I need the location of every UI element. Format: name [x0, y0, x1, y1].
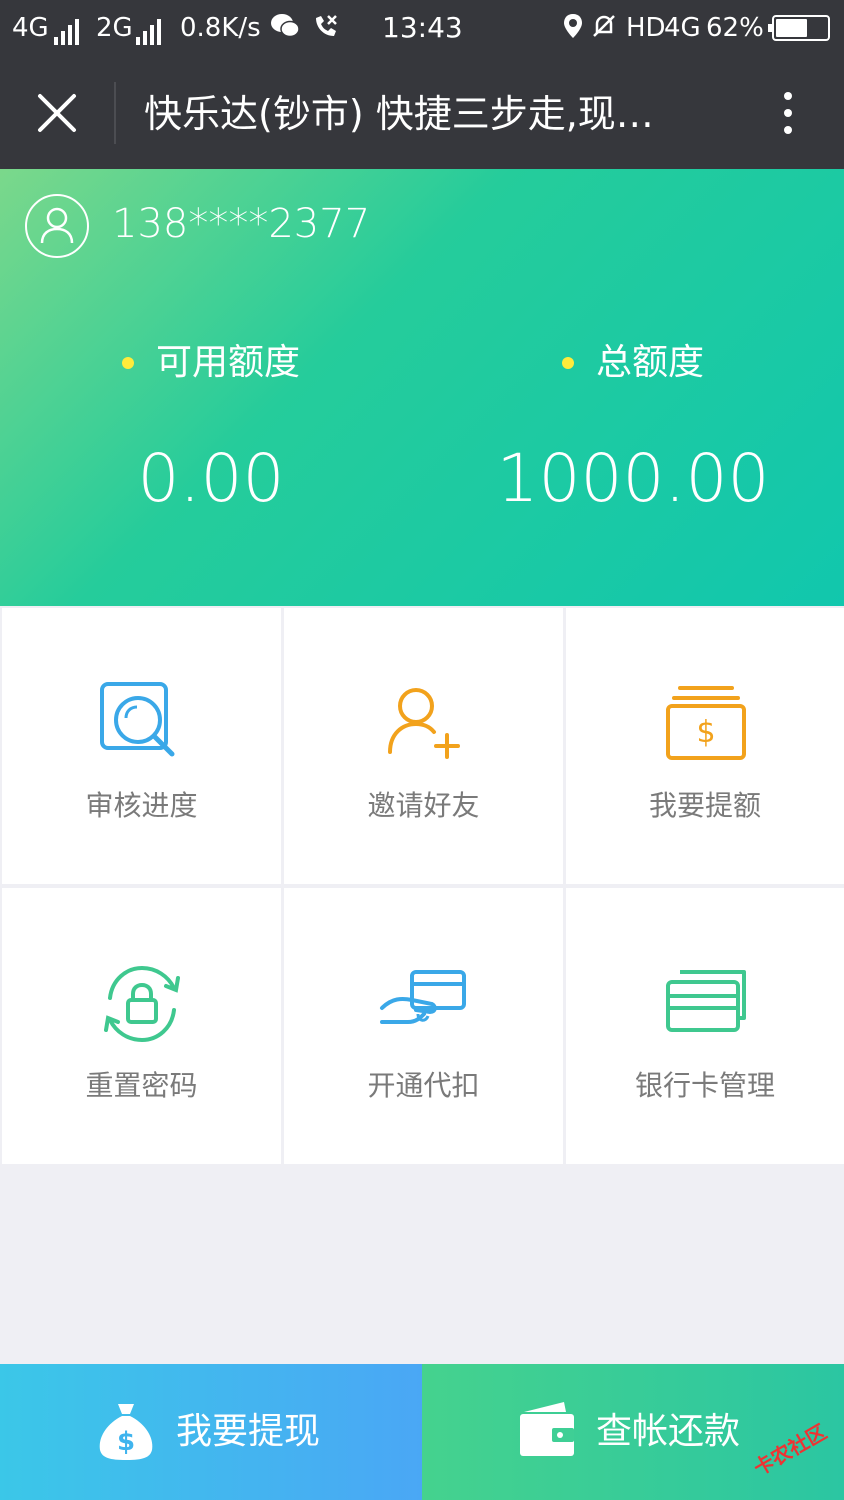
- withdraw-label: 我要提现: [176, 1411, 321, 1452]
- total-limit-value: 1000.00: [496, 440, 770, 517]
- clock: 13:43: [382, 11, 463, 44]
- status-bar: 4G 2G 0.8K/s 13:43 HD 4G 62%: [0, 0, 844, 56]
- auto-debit-icon: [380, 970, 466, 1024]
- raise-limit-icon: $: [666, 686, 746, 760]
- bill-repay-label: 查帐还款: [596, 1411, 741, 1452]
- function-grid: 审核进度 邀请好友 $ 我要提额 重置密码 开通代扣 银行卡管理: [0, 606, 844, 1166]
- network-4g: 4G: [12, 13, 49, 43]
- missed-call-icon: [312, 12, 340, 48]
- bottom-action-bar: $ 我要提现 查帐还款: [0, 1364, 844, 1500]
- nav-bar: 快乐达(钞市) 快捷三步走,现…: [0, 56, 844, 169]
- wallet-icon: [520, 1402, 574, 1456]
- bank-card-icon: [666, 970, 746, 1032]
- grid-item-review-progress[interactable]: 审核进度: [2, 608, 281, 884]
- total-limit-label: 总额度: [422, 339, 844, 387]
- grid-label: 我要提额: [648, 789, 761, 822]
- network-4g-data: 4G: [664, 13, 701, 43]
- signal-icon: [50, 12, 86, 45]
- wechat-icon: [270, 12, 300, 48]
- page-title: 快乐达(钞市) 快捷三步走,现…: [144, 92, 654, 136]
- money-bag-icon: $: [99, 1404, 153, 1460]
- grid-item-invite-friend[interactable]: 邀请好友: [284, 608, 563, 884]
- grid-label: 审核进度: [85, 789, 198, 822]
- dot-icon: [121, 357, 134, 369]
- account-header: 138****2377 可用额度 总额度 0.00 1000.00: [0, 169, 844, 606]
- hd-indicator: HD: [626, 13, 666, 43]
- close-icon[interactable]: [30, 86, 84, 140]
- available-limit-label: 可用额度: [0, 339, 422, 387]
- grid-item-reset-password[interactable]: 重置密码: [2, 888, 281, 1164]
- withdraw-button[interactable]: $ 我要提现: [0, 1364, 422, 1500]
- grid-label: 邀请好友: [367, 789, 480, 822]
- svg-text:$: $: [696, 715, 715, 750]
- grid-item-auto-debit[interactable]: 开通代扣: [284, 888, 563, 1164]
- available-limit-value: 0.00: [137, 440, 285, 517]
- invite-friend-icon: [388, 688, 460, 759]
- grid-item-bank-card[interactable]: 银行卡管理: [566, 888, 844, 1164]
- battery-percent: 62%: [706, 13, 764, 43]
- grid-label: 重置密码: [85, 1069, 198, 1102]
- avatar-icon[interactable]: [24, 193, 90, 259]
- network-speed: 0.8K/s: [180, 13, 261, 43]
- mute-bell-icon: [590, 12, 618, 48]
- more-icon[interactable]: [770, 86, 806, 140]
- review-progress-icon: [100, 682, 175, 757]
- grid-label: 开通代扣: [367, 1069, 480, 1102]
- signal-icon-2: [132, 12, 168, 45]
- location-icon: [562, 12, 584, 48]
- grid-label: 银行卡管理: [634, 1069, 775, 1102]
- account-phone: 138****2377: [112, 201, 371, 247]
- nav-divider: [114, 82, 116, 144]
- grid-item-raise-limit[interactable]: $ 我要提额: [566, 608, 844, 884]
- battery-icon: [768, 15, 830, 41]
- dot-icon: [561, 357, 574, 369]
- network-2g: 2G: [96, 13, 133, 43]
- svg-text:$: $: [117, 1427, 135, 1457]
- reset-password-icon: [104, 965, 180, 1043]
